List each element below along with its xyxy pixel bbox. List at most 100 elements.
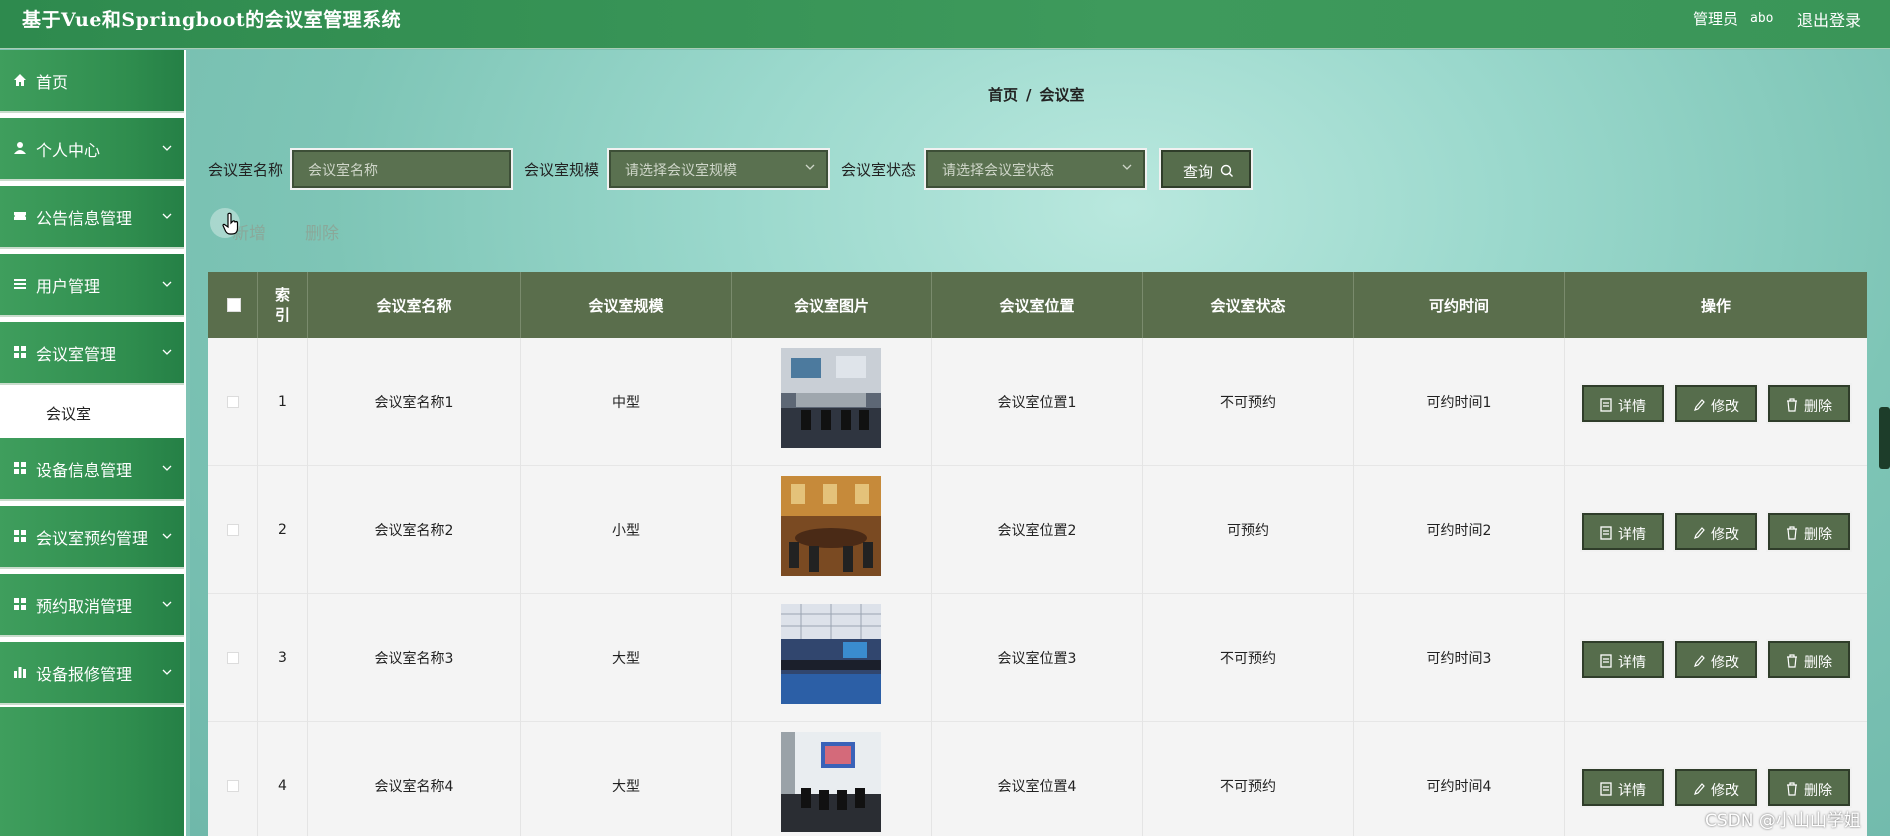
sidebar-footer <box>0 707 184 836</box>
room-status-placeholder: 请选择会议室状态 <box>942 163 1054 179</box>
delete-button[interactable]: 删除 <box>1768 385 1850 422</box>
table-row: 1 会议室名称1 中型 会议室位置1 不可预约 可约时间1 详情 修改 删除 <box>208 338 1867 466</box>
sidebar-item-label: 个人中心 <box>36 141 101 160</box>
cell-room-scale: 大型 <box>521 722 732 836</box>
sidebar-item-label: 首页 <box>36 73 69 92</box>
edit-button-label: 修改 <box>1711 783 1739 799</box>
document-icon <box>1600 782 1612 796</box>
pencil-icon <box>1694 527 1705 539</box>
detail-button[interactable]: 详情 <box>1582 769 1664 806</box>
detail-button[interactable]: 详情 <box>1582 513 1664 550</box>
app-title: 基于Vue和Springboot的会议室管理系统 <box>22 9 402 31</box>
select-all-checkbox[interactable] <box>227 298 241 312</box>
delete-button[interactable]: 删除 <box>1768 769 1850 806</box>
chart-icon <box>14 667 26 678</box>
chevron-down-icon <box>162 349 172 355</box>
room-scale-select[interactable]: 请选择会议室规模 <box>609 150 828 188</box>
cell-room-scale: 大型 <box>521 594 732 722</box>
row-checkbox[interactable] <box>227 524 239 536</box>
room-scale-label: 会议室规模 <box>524 161 600 179</box>
table-row: 3 会议室名称3 大型 会议室位置3 不可预约 可约时间3 详情 修改 删除 <box>208 594 1867 722</box>
col-room-location: 会议室位置 <box>932 272 1143 338</box>
user-icon <box>14 142 26 154</box>
sidebar-item-user-management[interactable]: 用户管理 <box>0 254 184 317</box>
table-row: 4 会议室名称4 大型 会议室位置4 不可预约 可约时间4 详情 修改 删除 <box>208 722 1867 836</box>
sidebar: 首页 个人中心 公告信息管理 用户管理 会议室管理 会议室 设备信息管理 会议室… <box>0 50 186 836</box>
delete-button-label: 删除 <box>1804 399 1832 415</box>
cell-index: 1 <box>258 338 308 466</box>
sidebar-item-room-management[interactable]: 会议室管理 <box>0 322 184 385</box>
cell-room-name: 会议室名称4 <box>308 722 521 836</box>
sidebar-item-booking-management[interactable]: 会议室预约管理 <box>0 506 184 569</box>
edit-button[interactable]: 修改 <box>1675 641 1757 678</box>
cell-room-name: 会议室名称2 <box>308 466 521 594</box>
trash-icon <box>1787 782 1797 796</box>
col-room-status: 会议室状态 <box>1143 272 1354 338</box>
chevron-down-icon <box>162 213 172 219</box>
edit-button-label: 修改 <box>1711 655 1739 671</box>
room-status-label: 会议室状态 <box>841 161 917 179</box>
document-icon <box>1600 654 1612 668</box>
row-checkbox[interactable] <box>227 396 239 408</box>
document-icon <box>1600 398 1612 412</box>
row-checkbox[interactable] <box>227 652 239 664</box>
grid-icon <box>14 598 26 610</box>
detail-button[interactable]: 详情 <box>1582 385 1664 422</box>
sidebar-item-home[interactable]: 首页 <box>0 50 184 113</box>
delete-button[interactable]: 删除 <box>1768 641 1850 678</box>
user-name: abo <box>1750 11 1774 26</box>
sidebar-item-cancel-management[interactable]: 预约取消管理 <box>0 574 184 637</box>
sidebar-item-label: 预约取消管理 <box>36 597 133 616</box>
row-select-cell <box>208 594 258 722</box>
grid-icon <box>14 462 26 474</box>
cell-room-status: 不可预约 <box>1143 722 1354 836</box>
document-icon <box>1600 526 1612 540</box>
row-checkbox[interactable] <box>227 780 239 792</box>
room-name-placeholder: 会议室名称 <box>308 163 378 179</box>
cell-room-location: 会议室位置3 <box>932 594 1143 722</box>
sidebar-item-repair-management[interactable]: 设备报修管理 <box>0 642 184 705</box>
chevron-down-icon <box>162 145 172 151</box>
logout-link[interactable]: 退出登录 <box>1797 7 1861 31</box>
cell-available-time: 可约时间4 <box>1354 722 1565 836</box>
cell-room-status: 可预约 <box>1143 466 1354 594</box>
row-select-cell <box>208 466 258 594</box>
room-photo[interactable] <box>781 348 881 448</box>
edit-button[interactable]: 修改 <box>1675 385 1757 422</box>
query-button[interactable]: 查询 <box>1161 150 1251 188</box>
scrollbar-thumb[interactable] <box>1879 407 1890 469</box>
chevron-down-icon <box>162 601 172 607</box>
chevron-down-icon <box>162 281 172 287</box>
edit-button[interactable]: 修改 <box>1675 769 1757 806</box>
sidebar-item-notice-management[interactable]: 公告信息管理 <box>0 186 184 249</box>
batch-delete-button[interactable]: 删除 <box>305 219 339 244</box>
chevron-down-icon <box>162 533 172 539</box>
room-name-label: 会议室名称 <box>208 161 284 179</box>
cell-available-time: 可约时间2 <box>1354 466 1565 594</box>
room-photo[interactable] <box>781 604 881 704</box>
sidebar-item-label: 会议室预约管理 <box>36 529 149 548</box>
table-header: 索引 会议室名称 会议室规模 会议室图片 会议室位置 会议室状态 可约时间 操作 <box>208 272 1867 338</box>
col-available-time: 可约时间 <box>1354 272 1565 338</box>
breadcrumb-separator: / <box>1026 86 1032 104</box>
detail-button-label: 详情 <box>1618 399 1646 415</box>
delete-button[interactable]: 删除 <box>1768 513 1850 550</box>
sidebar-item-device-info[interactable]: 设备信息管理 <box>0 438 184 501</box>
detail-button-label: 详情 <box>1618 527 1646 543</box>
room-photo[interactable] <box>781 732 881 832</box>
edit-button[interactable]: 修改 <box>1675 513 1757 550</box>
search-icon <box>1220 164 1233 177</box>
room-photo[interactable] <box>781 476 881 576</box>
cell-room-status: 不可预约 <box>1143 594 1354 722</box>
sidebar-item-label: 设备报修管理 <box>36 665 133 684</box>
delete-button-label: 删除 <box>1804 783 1832 799</box>
chevron-down-icon <box>162 465 172 471</box>
sidebar-item-personal-center[interactable]: 个人中心 <box>0 118 184 181</box>
room-status-select[interactable]: 请选择会议室状态 <box>926 150 1145 188</box>
sidebar-subitem-room[interactable]: 会议室 <box>0 388 184 436</box>
cell-room-status: 不可预约 <box>1143 338 1354 466</box>
detail-button[interactable]: 详情 <box>1582 641 1664 678</box>
room-name-input[interactable]: 会议室名称 <box>292 150 511 188</box>
cell-index: 4 <box>258 722 308 836</box>
breadcrumb-home[interactable]: 首页 <box>988 86 1018 104</box>
